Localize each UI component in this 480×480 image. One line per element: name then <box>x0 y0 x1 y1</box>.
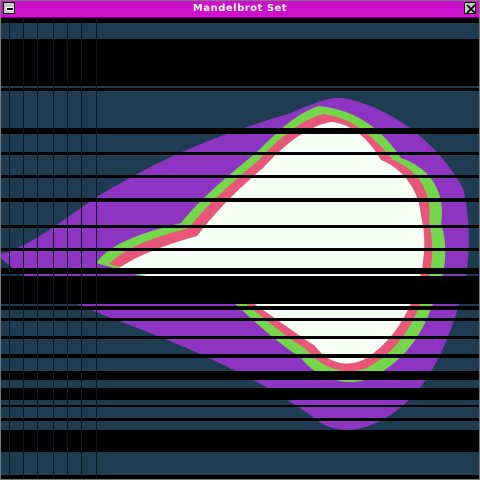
mandelbrot-window: Mandelbrot Set <box>0 0 480 480</box>
window-title: Mandelbrot Set <box>192 3 288 14</box>
mandelbrot-render <box>1 18 479 479</box>
fractal-canvas[interactable] <box>1 18 479 479</box>
close-icon[interactable] <box>464 2 476 14</box>
title-bar[interactable]: Mandelbrot Set <box>1 1 479 18</box>
